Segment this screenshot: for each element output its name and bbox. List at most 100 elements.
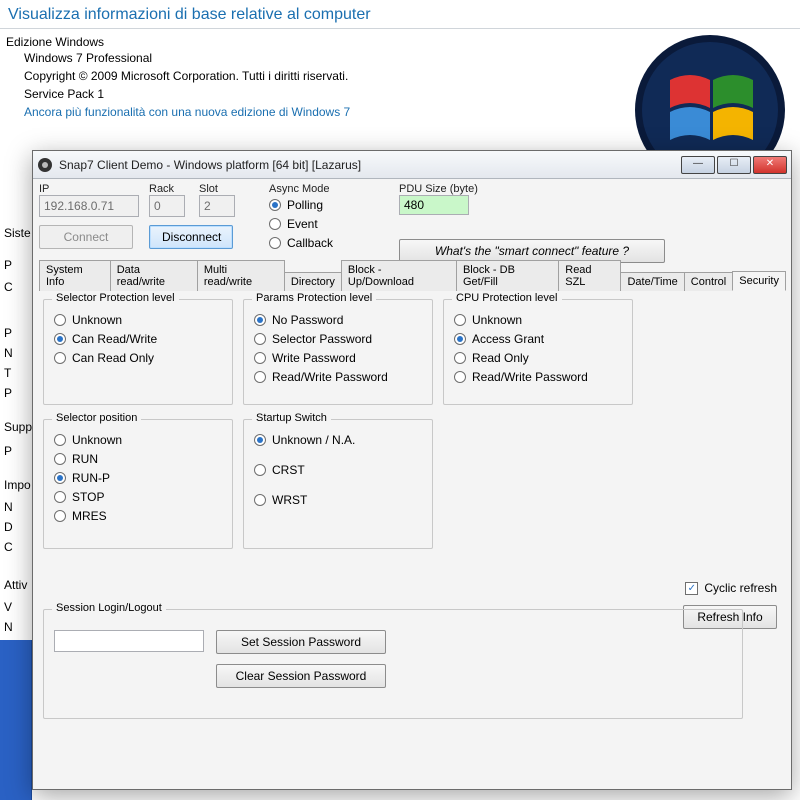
cpu-protection-group: CPU Protection level UnknownAccess Grant… [443, 299, 633, 405]
radio-label: RUN [72, 452, 98, 466]
close-button[interactable]: ✕ [753, 156, 787, 174]
radio-label: WRST [272, 493, 307, 507]
radio-label: Can Read/Write [72, 332, 157, 346]
radio-option[interactable]: Unknown / N.A. [254, 431, 422, 449]
slot-field[interactable] [199, 195, 235, 217]
radio-label: Read/Write Password [272, 370, 388, 384]
tab-security[interactable]: Security [732, 271, 786, 291]
side-label: P [0, 442, 16, 460]
side-label: Attiv [0, 576, 31, 594]
radio-label: Read/Write Password [472, 370, 588, 384]
side-label: N [0, 498, 17, 516]
async-mode-label: Async Mode [269, 183, 369, 195]
selector-position-group: Selector position UnknownRUNRUN-PSTOPMRE… [43, 419, 233, 549]
radio-label: Selector Password [272, 332, 372, 346]
radio-option[interactable]: Callback [269, 234, 369, 252]
tab-directory[interactable]: Directory [284, 272, 342, 291]
radio-option[interactable]: Unknown [54, 431, 222, 449]
group-legend: Startup Switch [252, 412, 331, 424]
tab-block-db-get-fill[interactable]: Block - DB Get/Fill [456, 260, 559, 291]
tabstrip: System InfoData read/writeMulti read/wri… [39, 269, 785, 291]
side-label: Supp [0, 418, 36, 436]
side-label: P [0, 384, 16, 402]
radio-option[interactable]: CRST [254, 461, 422, 479]
tab-control[interactable]: Control [684, 272, 733, 291]
checkbox-icon: ✓ [685, 582, 698, 595]
radio-label: RUN-P [72, 471, 110, 485]
slot-label: Slot [199, 183, 239, 195]
radio-option[interactable]: Selector Password [254, 330, 422, 348]
cyclic-refresh-checkbox[interactable]: ✓ Cyclic refresh [685, 579, 777, 597]
radio-icon [254, 464, 266, 476]
page-title: Visualizza informazioni di base relative… [0, 0, 800, 29]
pdu-field[interactable] [399, 195, 469, 215]
radio-icon [269, 199, 281, 211]
disconnect-button[interactable]: Disconnect [149, 225, 233, 249]
radio-label: Unknown / N.A. [272, 433, 355, 447]
radio-icon [54, 314, 66, 326]
window-title: Snap7 Client Demo - Windows platform [64… [59, 158, 681, 172]
radio-option[interactable]: Access Grant [454, 330, 622, 348]
side-label: N [0, 618, 17, 636]
radio-label: Polling [287, 198, 323, 212]
clear-session-password-button[interactable]: Clear Session Password [216, 664, 386, 688]
radio-icon [54, 510, 66, 522]
tab-date-time[interactable]: Date/Time [620, 272, 684, 291]
rack-field[interactable] [149, 195, 185, 217]
radio-option[interactable]: Can Read Only [54, 349, 222, 367]
group-legend: Selector Protection level [52, 292, 179, 304]
radio-option[interactable]: RUN-P [54, 469, 222, 487]
tab-data-read-write[interactable]: Data read/write [110, 260, 198, 291]
radio-label: Unknown [72, 433, 122, 447]
radio-label: Unknown [72, 313, 122, 327]
radio-option[interactable]: Unknown [454, 311, 622, 329]
maximize-button[interactable]: ☐ [717, 156, 751, 174]
radio-option[interactable]: Polling [269, 196, 369, 214]
session-password-field[interactable] [54, 630, 204, 652]
radio-option[interactable]: Read/Write Password [454, 368, 622, 386]
minimize-button[interactable]: — [681, 156, 715, 174]
radio-icon [254, 333, 266, 345]
connect-button: Connect [39, 225, 133, 249]
tab-system-info[interactable]: System Info [39, 260, 111, 291]
radio-option[interactable]: MRES [54, 507, 222, 525]
set-session-password-button[interactable]: Set Session Password [216, 630, 386, 654]
radio-option[interactable]: Can Read/Write [54, 330, 222, 348]
radio-option[interactable]: STOP [54, 488, 222, 506]
radio-icon [454, 371, 466, 383]
connection-row: IP Connect Rack Slot Disconnect Async Mo… [39, 183, 785, 263]
radio-option[interactable]: No Password [254, 311, 422, 329]
radio-option[interactable]: Read/Write Password [254, 368, 422, 386]
tab-read-szl[interactable]: Read SZL [558, 260, 621, 291]
ip-label: IP [39, 183, 139, 195]
radio-icon [54, 491, 66, 503]
side-label: Impo [0, 476, 35, 494]
radio-option[interactable]: RUN [54, 450, 222, 468]
radio-label: STOP [72, 490, 104, 504]
radio-option[interactable]: WRST [254, 491, 422, 509]
radio-label: No Password [272, 313, 343, 327]
snap7-dialog: Snap7 Client Demo - Windows platform [64… [32, 150, 792, 790]
radio-icon [254, 314, 266, 326]
tab-multi-read-write[interactable]: Multi read/write [197, 260, 285, 291]
side-label: P [0, 324, 16, 342]
tab-block-up-download[interactable]: Block - Up/Download [341, 260, 457, 291]
radio-option[interactable]: Unknown [54, 311, 222, 329]
radio-label: Can Read Only [72, 351, 154, 365]
group-legend: Session Login/Logout [52, 602, 166, 614]
radio-icon [454, 333, 466, 345]
radio-icon [269, 237, 281, 249]
cyclic-refresh-label: Cyclic refresh [704, 581, 777, 595]
startup-switch-group: Startup Switch Unknown / N.A.CRSTWRST [243, 419, 433, 549]
app-icon [37, 157, 53, 173]
radio-icon [54, 352, 66, 364]
radio-option[interactable]: Read Only [454, 349, 622, 367]
side-label: N [0, 344, 17, 362]
radio-option[interactable]: Write Password [254, 349, 422, 367]
radio-label: MRES [72, 509, 107, 523]
ip-field[interactable] [39, 195, 139, 217]
client-area: IP Connect Rack Slot Disconnect Async Mo… [33, 179, 791, 789]
radio-label: CRST [272, 463, 305, 477]
side-label: D [0, 518, 17, 536]
radio-option[interactable]: Event [269, 215, 369, 233]
